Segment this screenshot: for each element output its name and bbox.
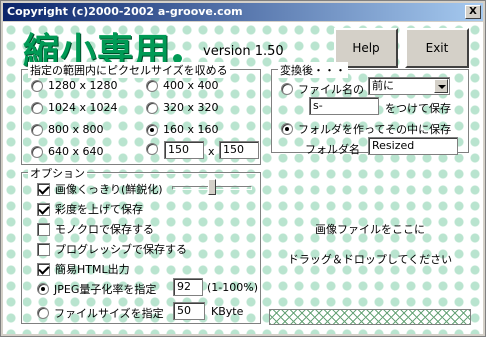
app-window: Copyright (c)2000-2002 a-groove.com X 縮小… [0,0,486,337]
folder-name-input[interactable]: Resized [368,137,458,155]
prefix-input[interactable]: s- [309,97,379,115]
checkbox-icon [37,222,50,236]
client-area: 縮小専用 version 1.50 Help Exit 指定の範囲内にピクセルサ… [3,22,483,334]
filesize-input[interactable]: 50 [173,302,205,320]
radio-icon [31,123,43,136]
jpeg-quality-option[interactable]: JPEG量子化率を指定 [37,281,156,297]
size-option-label: 800 x 800 [48,123,104,136]
saturation-checkbox[interactable]: 彩度を上げて保存 [37,201,143,217]
radio-icon [31,145,43,158]
filename-option-label: ファイル名の [298,83,364,96]
size-option-160[interactable]: 160 x 160 [146,123,219,136]
folder-option-label: フォルダを作ってその中に保存 [298,123,452,136]
size-option-label: 320 x 320 [163,101,219,114]
sharpen-slider[interactable] [170,179,254,199]
checkbox-checked-icon [37,182,50,196]
drop-zone-line1: 画像ファイルをここに [315,223,425,236]
size-option-400[interactable]: 400 x 400 [146,79,219,92]
size-option-label: 160 x 160 [163,123,219,136]
size-option-custom[interactable] [146,143,163,155]
size-option-label: 400 x 400 [163,79,219,92]
radio-selected-icon [37,283,49,295]
filesize-label: ファイルサイズを指定 [54,307,164,320]
custom-width-input[interactable]: 150 [164,141,204,159]
position-select[interactable]: 前に [368,77,450,95]
html-output-label: 簡易HTML出力 [55,263,130,276]
size-group-legend: 指定の範囲内にピクセルサイズを収める [28,62,230,78]
radio-icon [31,79,43,92]
size-option-label: 1280 x 1280 [48,79,118,92]
radio-icon [146,101,158,114]
close-button[interactable]: X [465,5,481,19]
size-option-label: 1024 x 1024 [48,101,118,114]
sharpen-label: 画像くっきり(鮮鋭化) [55,183,163,196]
checkbox-checked-icon [37,202,50,216]
filename-option[interactable]: ファイル名の [281,81,364,97]
folder-option[interactable]: フォルダを作ってその中に保存 [281,121,451,137]
radio-icon [146,79,158,92]
filesize-unit: KByte [211,305,244,318]
checkbox-icon [37,242,50,256]
exit-button[interactable]: Exit [405,28,469,68]
version-label: version 1.50 [203,44,284,59]
drop-zone-line2: ドラッグ＆ドロップしてください [287,253,453,266]
saturation-label: 彩度を上げて保存 [55,203,143,216]
position-select-value: 前に [372,79,394,92]
checkbox-checked-icon [37,262,50,276]
monochrome-label: モノクロで保存する [55,223,154,236]
size-option-800[interactable]: 800 x 800 [31,123,104,136]
jpeg-quality-label: JPEG量子化率を指定 [54,283,157,296]
jpeg-quality-input[interactable]: 92 [173,278,203,296]
radio-icon [37,307,49,319]
folder-name-label: フォルダ名 [305,143,360,156]
window-title: Copyright (c)2000-2002 a-groove.com [7,5,243,18]
jpeg-quality-range: (1-100%) [207,281,258,294]
title-bar: Copyright (c)2000-2002 a-groove.com X [3,3,483,21]
slider-thumb[interactable] [208,179,216,195]
size-option-1280[interactable]: 1280 x 1280 [31,79,118,92]
progress-bar [269,309,471,325]
convert-group-legend: 変換後・・・ [278,62,348,78]
custom-height-input[interactable]: 150 [219,141,259,159]
options-group-legend: オプション [28,165,87,181]
custom-size-separator: x [208,145,215,158]
sharpen-checkbox[interactable]: 画像くっきり(鮮鋭化) [37,181,163,197]
monochrome-checkbox[interactable]: モノクロで保存する [37,221,154,237]
chevron-down-icon[interactable] [434,79,448,93]
radio-selected-icon [146,123,158,136]
filesize-option[interactable]: ファイルサイズを指定 [37,305,164,321]
progressive-label: プログレッシブで保存する [55,243,187,256]
size-option-label: 640 x 640 [48,145,104,158]
size-option-1024[interactable]: 1024 x 1024 [31,101,118,114]
progressive-checkbox[interactable]: プログレッシブで保存する [37,241,187,257]
radio-icon [281,83,293,95]
radio-icon [146,143,158,155]
size-option-640[interactable]: 640 x 640 [31,145,104,158]
size-option-320[interactable]: 320 x 320 [146,101,219,114]
radio-selected-icon [281,123,293,135]
html-output-checkbox[interactable]: 簡易HTML出力 [37,261,130,277]
suffix-label: をつけて保存 [385,102,451,115]
radio-icon [31,101,43,114]
